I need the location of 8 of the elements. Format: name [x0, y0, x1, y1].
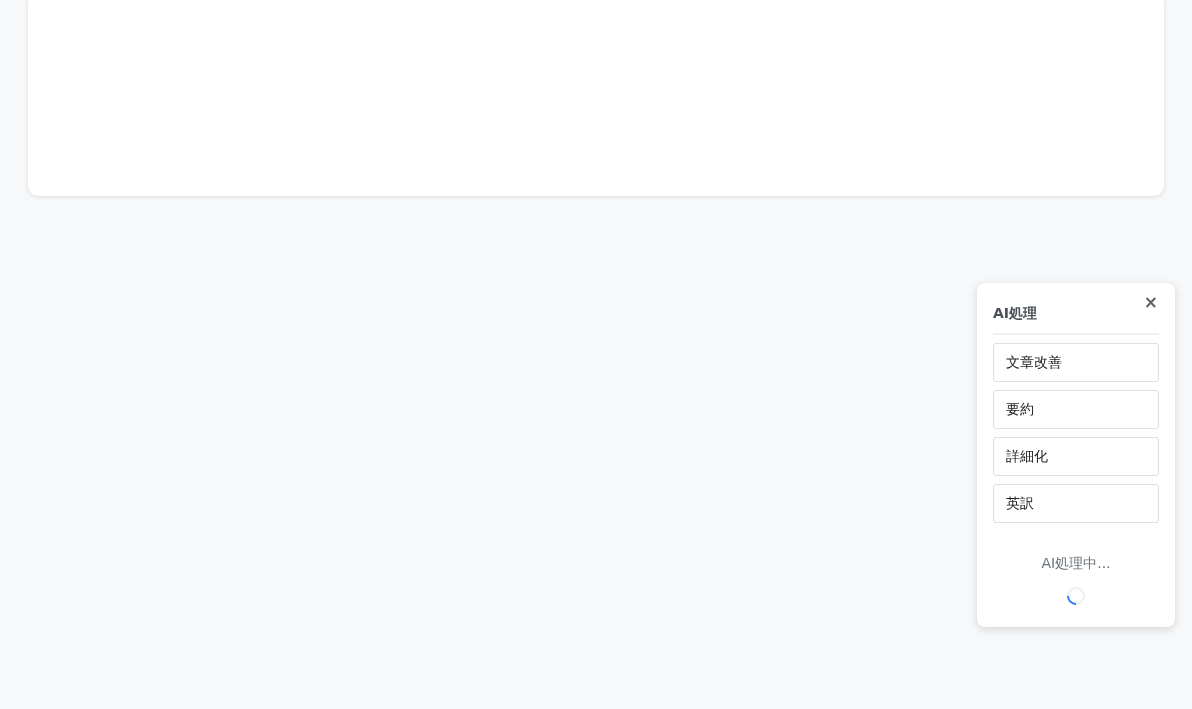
action-button[interactable]: 詳細化: [993, 437, 1159, 476]
close-button[interactable]: ×: [1140, 291, 1161, 314]
panel-title: AI処理: [993, 305, 1038, 321]
spinner-icon: [1066, 586, 1086, 606]
action-button[interactable]: 英訳: [993, 484, 1159, 523]
status-text: AI処理中...: [1040, 554, 1112, 573]
action-button[interactable]: 文章改善: [993, 343, 1159, 382]
action-button[interactable]: 要約: [993, 390, 1159, 429]
